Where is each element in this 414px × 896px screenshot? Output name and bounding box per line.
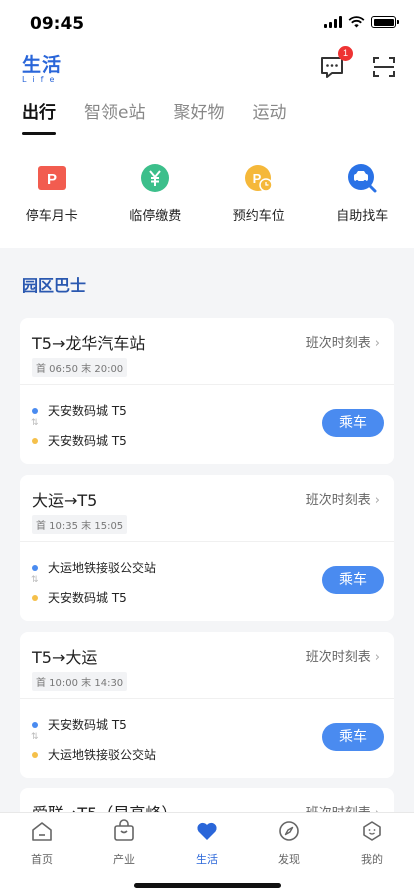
- to-dot: [32, 751, 38, 758]
- service-hours: 首 06:50 末 20:00: [32, 358, 128, 377]
- message-badge: 1: [338, 46, 353, 61]
- status-bar: 09:45: [0, 0, 414, 48]
- stop-to: 天安数码城 T5: [32, 589, 127, 606]
- parking-reserve-icon: P: [244, 165, 273, 192]
- schedule-link[interactable]: 班次时刻表›: [306, 332, 380, 351]
- from-dot: [32, 564, 38, 571]
- home-icon: [32, 822, 52, 841]
- stop-from: 天安数码城 T5: [32, 716, 127, 733]
- quick-actions: P 停车月卡 临停缴费 P 预约车位 自助找车: [0, 163, 414, 224]
- svg-text:P: P: [47, 171, 57, 188]
- route-name: T5→龙华汽车站: [32, 334, 146, 353]
- yen-payment-icon: [141, 164, 170, 192]
- app-logo: 生活 Life: [22, 50, 62, 84]
- section-title-park-bus: 园区巴士: [22, 276, 87, 295]
- service-hours: 首 10:35 末 15:05: [32, 515, 128, 534]
- battery-icon: [371, 16, 399, 28]
- route-name: 大运→T5: [32, 491, 98, 510]
- from-dot: [32, 407, 38, 414]
- stop-from: 天安数码城 T5: [32, 402, 127, 419]
- ride-button[interactable]: 乘车: [322, 409, 384, 437]
- quick-temp-payment[interactable]: 临停缴费: [104, 163, 208, 224]
- tab-juhaowu[interactable]: 聚好物: [173, 98, 224, 135]
- route-name: T5→大运: [32, 648, 98, 667]
- service-hours: 首 10:00 末 14:30: [32, 672, 128, 691]
- swap-arrows-icon: ⇅: [31, 732, 39, 742]
- logo-en: Life: [22, 75, 61, 84]
- scan-icon: [373, 57, 395, 77]
- top-tabs: 出行 智领e站 聚好物 运动: [22, 98, 314, 135]
- from-dot: [32, 721, 38, 728]
- parking-card-icon: P: [37, 166, 66, 190]
- tabbar-mine[interactable]: 我的: [347, 819, 397, 867]
- signal-icon: [324, 16, 342, 28]
- compass-icon: [279, 821, 299, 841]
- chevron-right-icon: ›: [374, 336, 380, 351]
- divider: [20, 541, 394, 542]
- top-panel: 09:45 生活 Life 1 出行 智领e站 聚好物 运动 P 停车月卡 临停…: [0, 0, 414, 248]
- ride-button[interactable]: 乘车: [322, 723, 384, 751]
- scan-button[interactable]: [371, 54, 397, 80]
- home-indicator: [134, 883, 281, 888]
- schedule-link[interactable]: 班次时刻表›: [306, 489, 380, 508]
- bottom-tab-bar: 首页 产业 生活 发现 我的: [0, 812, 414, 896]
- find-car-icon: [348, 164, 377, 193]
- logo-cn: 生活: [22, 54, 63, 76]
- divider: [20, 698, 394, 699]
- tab-zhiling-estation[interactable]: 智领e站: [84, 98, 145, 135]
- profile-face-icon: [363, 821, 381, 841]
- stop-from: 大运地铁接驳公交站: [32, 559, 156, 576]
- route-card[interactable]: 大运→T5 班次时刻表 › 首 10:35 末 15:05 大运地铁接驳公交站 ⇅…: [20, 475, 394, 621]
- swap-arrows-icon: ⇅: [31, 418, 39, 428]
- tabbar-home[interactable]: 首页: [17, 819, 67, 867]
- quick-find-car[interactable]: 自助找车: [311, 163, 414, 224]
- quick-reserve-spot[interactable]: P 预约车位: [207, 163, 311, 224]
- route-card[interactable]: T5→龙华汽车站 班次时刻表 › 首 06:50 末 20:00 天安数码城 T5…: [20, 318, 394, 464]
- route-card[interactable]: T5→大运 班次时刻表 › 首 10:00 末 14:30 天安数码城 T5 ⇅ …: [20, 632, 394, 778]
- schedule-link[interactable]: 班次时刻表›: [306, 646, 380, 665]
- tabbar-life[interactable]: 生活: [182, 819, 232, 867]
- message-button[interactable]: 1: [319, 46, 353, 80]
- quick-parking-card[interactable]: P 停车月卡: [0, 163, 104, 224]
- stop-to: 大运地铁接驳公交站: [32, 746, 156, 763]
- wifi-icon: [348, 16, 365, 28]
- divider: [20, 384, 394, 385]
- stop-to: 天安数码城 T5: [32, 432, 127, 449]
- status-time: 09:45: [30, 14, 85, 34]
- to-dot: [32, 437, 38, 444]
- ride-button[interactable]: 乘车: [322, 566, 384, 594]
- chevron-right-icon: ›: [374, 493, 380, 508]
- tab-chuxing[interactable]: 出行: [22, 98, 56, 135]
- to-dot: [32, 594, 38, 601]
- chevron-right-icon: ›: [374, 650, 380, 665]
- heart-icon: [197, 822, 217, 840]
- tabbar-industry[interactable]: 产业: [99, 819, 149, 867]
- industry-bag-icon: [114, 819, 134, 841]
- swap-arrows-icon: ⇅: [31, 575, 39, 585]
- tabbar-discover[interactable]: 发现: [264, 819, 314, 867]
- tab-yundong[interactable]: 运动: [252, 98, 286, 135]
